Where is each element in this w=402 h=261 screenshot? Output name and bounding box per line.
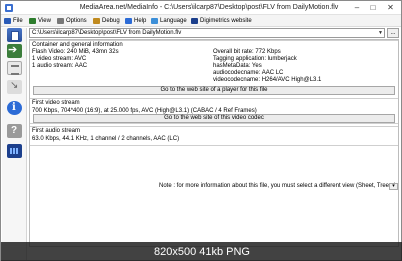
digimetrics-icon — [191, 18, 198, 24]
menu-options-label: Options — [66, 18, 87, 24]
menu-language-label: Language — [160, 18, 187, 24]
general-videocodecname: videocodecname: H264/AVC High@L3.1 — [213, 77, 322, 83]
spectrum-icon[interactable] — [7, 144, 22, 158]
view-note: Note : for more information about this f… — [159, 183, 396, 189]
menu-view-label: View — [38, 18, 51, 24]
menu-debug-label: Debug — [102, 18, 120, 24]
open-file-icon[interactable] — [7, 28, 22, 42]
audio-header: First audio stream — [32, 128, 81, 134]
help-icon[interactable] — [7, 124, 22, 138]
image-info-text: 820x500 41kb PNG — [153, 246, 250, 258]
left-toolbar — [2, 28, 27, 260]
file-path-combo[interactable]: C:\Users\ilcarp87\Desktop\post\FLV from … — [29, 28, 385, 38]
maximize-button[interactable]: □ — [365, 1, 381, 14]
menu-digimetrics-label: Digimetrics website — [200, 18, 252, 24]
player-website-button[interactable]: Go to the web site of a player for this … — [33, 86, 395, 95]
menu-options[interactable]: Options — [57, 16, 87, 26]
menu-view[interactable]: View — [29, 16, 51, 26]
general-audio-streams: 1 audio stream: AAC — [32, 63, 88, 69]
info-panel: Container and general information Flash … — [29, 39, 399, 247]
info-icon[interactable] — [7, 101, 22, 115]
mediainfo-window: MediaArea.net/MediaInfo - C:\Users\ilcar… — [0, 0, 402, 261]
menu-bar: File View Options Debug Help Language Di… — [1, 15, 401, 27]
audio-details: 63.0 Kbps, 44.1 KHz, 1 channel / 2 chann… — [32, 136, 180, 142]
chevron-down-icon[interactable]: ▼ — [377, 29, 384, 37]
general-section: Container and general information Flash … — [30, 40, 398, 100]
audio-section: First audio stream 63.0 Kbps, 44.1 KHz, … — [30, 126, 398, 146]
file-icon — [4, 18, 11, 24]
menu-language[interactable]: Language — [151, 16, 187, 26]
export-icon[interactable] — [7, 43, 22, 58]
minimize-button[interactable]: – — [349, 1, 365, 14]
menu-file[interactable]: File — [4, 16, 23, 26]
video-section: First video stream 700 Kbps, 704*400 (16… — [30, 98, 398, 124]
browse-button[interactable]: ... — [387, 28, 399, 38]
menu-digimetrics[interactable]: Digimetrics website — [191, 16, 252, 26]
mediainfo-app-icon — [5, 4, 13, 12]
menu-help[interactable]: Help — [125, 16, 146, 26]
window-title: MediaArea.net/MediaInfo - C:\Users\ilcar… — [79, 4, 339, 11]
video-codec-website-button[interactable]: Go to the web site of this video codec — [33, 114, 395, 123]
language-icon — [151, 18, 158, 24]
menu-help-label: Help — [134, 18, 147, 24]
note-chevron-icon[interactable]: ▾ — [389, 183, 398, 190]
view-icon — [29, 18, 36, 24]
tree-view-icon[interactable] — [7, 80, 22, 94]
debug-icon — [93, 18, 100, 24]
image-info-footer: 820x500 41kb PNG — [1, 242, 402, 261]
menu-file-label: File — [13, 18, 23, 24]
menu-debug[interactable]: Debug — [93, 16, 120, 26]
help-icon — [125, 18, 132, 24]
video-header: First video stream — [32, 100, 80, 106]
close-button[interactable]: ✕ — [381, 1, 400, 14]
sheet-view-icon[interactable] — [7, 61, 22, 75]
options-icon — [57, 18, 64, 24]
title-bar: MediaArea.net/MediaInfo - C:\Users\ilcar… — [1, 1, 401, 15]
